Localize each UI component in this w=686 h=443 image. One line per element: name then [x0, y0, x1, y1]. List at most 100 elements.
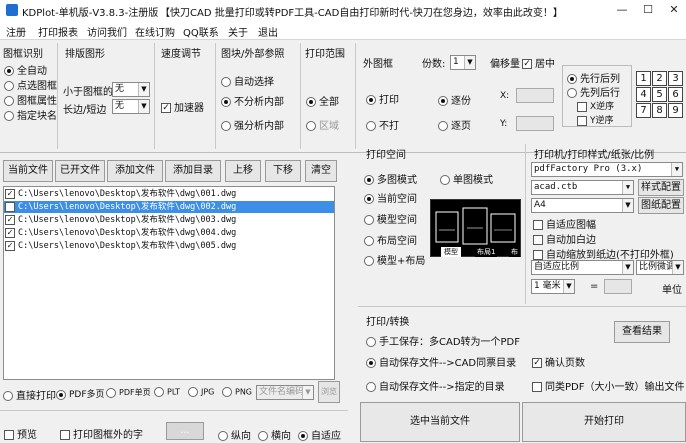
space-single[interactable]: 单图模式	[440, 171, 493, 186]
browse-button[interactable]: 浏览	[318, 381, 340, 403]
sort-select-1[interactable]: 无 ▼	[112, 82, 150, 97]
menu-order[interactable]: 在线订购	[131, 23, 179, 40]
file-row[interactable]: C:\Users\lenovo\Desktop\发布软件\dwg\005.dwg	[4, 240, 334, 252]
output-pdf-single[interactable]: PDF单页	[106, 387, 151, 398]
menu-about[interactable]: 关于	[224, 23, 252, 40]
file-row[interactable]: C:\Users\lenovo\Desktop\发布软件\dwg\002.dwg	[4, 201, 334, 213]
blocks-auto[interactable]: 自动选择	[221, 73, 274, 88]
output-png[interactable]: PNG	[222, 387, 252, 397]
checkbox-icon[interactable]	[5, 227, 15, 238]
auto-margin-checkbox[interactable]: 自动加白边	[533, 231, 596, 246]
order-col-first[interactable]: 先列后行	[567, 84, 620, 99]
offset-y-input[interactable]	[516, 116, 554, 131]
auto-fit-checkbox[interactable]: 自适应图幅	[533, 216, 596, 231]
copies-collate[interactable]: 逐份	[438, 92, 471, 107]
close-button[interactable]: ✕	[664, 2, 684, 18]
frame-id-attr[interactable]: 图框属性	[4, 92, 57, 107]
output-plt[interactable]: PLT	[154, 387, 180, 397]
orient-portrait[interactable]: 纵向	[218, 427, 251, 442]
move-down-button[interactable]: 下移	[265, 160, 301, 182]
select-current-file-button[interactable]: 选中当前文件	[360, 402, 520, 442]
unit-input[interactable]	[604, 279, 632, 294]
orient-landscape[interactable]: 横向	[258, 427, 291, 442]
checkbox-icon	[533, 235, 543, 245]
space-model[interactable]: 模型空间	[364, 211, 417, 226]
output-jpg[interactable]: JPG	[188, 387, 214, 397]
outer-print[interactable]: 打印	[366, 91, 399, 106]
style-config-button[interactable]: 样式配置	[638, 179, 684, 196]
checkbox-icon[interactable]	[5, 240, 15, 251]
style-select[interactable]: acad.ctb ▼	[531, 180, 634, 195]
checkbox-icon[interactable]	[5, 188, 15, 199]
tab-layout1[interactable]: 布局1	[475, 247, 498, 257]
print-outside-text-checkbox[interactable]: 打印图框外的字	[60, 426, 143, 441]
preview-checkbox[interactable]: 预览	[4, 426, 37, 441]
copies-per-page[interactable]: 逐页	[438, 117, 471, 132]
y-reverse-checkbox[interactable]: Y逆序	[577, 113, 614, 126]
sort-select-2[interactable]: 无 ▼	[112, 99, 150, 114]
unit-select[interactable]: 1 毫米 ▼	[531, 279, 575, 294]
current-file-button[interactable]: 当前文件	[3, 160, 53, 182]
blocks-no-analyze[interactable]: 不分析内部	[221, 93, 284, 108]
space-preview-image: 模型 布局1 布	[430, 199, 521, 257]
checkbox-icon[interactable]	[5, 201, 15, 212]
menu-qq[interactable]: QQ联系	[179, 23, 223, 40]
scale-fine-select[interactable]: 比例微调 ▼	[636, 260, 684, 275]
accelerator-checkbox[interactable]: 加速器	[161, 99, 204, 114]
add-folder-button[interactable]: 添加目录	[165, 160, 221, 182]
output-direct-print[interactable]: 直接打印	[3, 387, 56, 402]
range-area[interactable]: 区域	[306, 117, 339, 132]
maximize-button[interactable]: ☐	[638, 2, 658, 18]
convert-auto-dir[interactable]: 自动保存文件-->指定的目录	[366, 378, 505, 393]
same-pdf-checkbox[interactable]: 同类PDF（大小一致）输出文件	[532, 378, 684, 393]
minimize-button[interactable]: —	[612, 2, 632, 18]
frame-id-title: 图框识别	[3, 49, 43, 60]
blocks-force[interactable]: 强分析内部	[221, 117, 284, 132]
scale-select[interactable]: 自适应比例 ▼	[531, 260, 634, 275]
paper-config-button[interactable]: 图纸配置	[638, 197, 684, 214]
convert-manual[interactable]: 手工保存：多CAD转为一个PDF	[366, 333, 520, 348]
order-row-first[interactable]: 先行后列	[567, 70, 620, 85]
space-current[interactable]: 当前空间	[364, 190, 417, 205]
start-print-button[interactable]: 开始打印	[522, 402, 686, 442]
tab-layout2[interactable]: 布	[509, 247, 520, 257]
view-result-button[interactable]: 查看结果	[614, 321, 670, 343]
menu-print-report[interactable]: 打印报表	[34, 23, 82, 40]
filename-encoding-select[interactable]: 文件名编码 ▼	[256, 385, 314, 400]
frame-id-pick[interactable]: 点选图框	[4, 77, 57, 92]
tab-model[interactable]: 模型	[441, 247, 461, 257]
space-layout[interactable]: 布局空间	[364, 232, 417, 247]
clear-button[interactable]: 清空	[305, 160, 337, 182]
outer-noprint[interactable]: 不打	[366, 117, 399, 132]
convert-auto-same[interactable]: 自动保存文件-->CAD同票目录	[366, 354, 516, 369]
copies-select[interactable]: 1 ▼	[450, 55, 476, 70]
confirm-pages-checkbox[interactable]: 确认页数	[532, 354, 585, 369]
paper-select[interactable]: A4 ▼	[531, 198, 634, 213]
x-reverse-checkbox[interactable]: X逆序	[577, 99, 614, 112]
radio-icon	[440, 175, 450, 185]
frame-id-block[interactable]: 指定块名	[4, 107, 57, 122]
more-button[interactable]: ...	[166, 422, 204, 440]
space-multi[interactable]: 多图模式	[364, 171, 417, 186]
file-row[interactable]: C:\Users\lenovo\Desktop\发布软件\dwg\004.dwg	[4, 227, 334, 239]
offset-y-label: Y:	[500, 119, 508, 129]
printer-select[interactable]: pdfFactory Pro (3.x) ▼	[531, 162, 683, 177]
checkbox-icon[interactable]	[5, 214, 15, 225]
menu-exit[interactable]: 退出	[254, 23, 282, 40]
orient-auto[interactable]: 自适应	[298, 427, 341, 442]
move-up-button[interactable]: 上移	[225, 160, 261, 182]
output-pdf-multi[interactable]: PDF多页	[56, 387, 105, 400]
add-file-button[interactable]: 添加文件	[107, 160, 163, 182]
menu-visit[interactable]: 访问我们	[83, 23, 131, 40]
file-row[interactable]: C:\Users\lenovo\Desktop\发布软件\dwg\003.dwg	[4, 214, 334, 226]
range-all[interactable]: 全部	[306, 93, 339, 108]
file-row[interactable]: C:\Users\lenovo\Desktop\发布软件\dwg\001.dwg	[4, 188, 334, 200]
menu-register[interactable]: 注册	[2, 23, 30, 40]
frame-id-auto[interactable]: 全自动	[4, 62, 47, 77]
center-checkbox[interactable]: 居中	[522, 55, 555, 70]
offset-x-input[interactable]	[516, 88, 554, 103]
auto-scale-checkbox[interactable]: 自动缩放到纸边(不打印外框)	[533, 246, 674, 261]
opened-files-button[interactable]: 已开文件	[55, 160, 105, 182]
file-list[interactable]: C:\Users\lenovo\Desktop\发布软件\dwg\001.dwg…	[3, 186, 335, 380]
space-model-layout[interactable]: 模型+布局	[364, 252, 425, 267]
